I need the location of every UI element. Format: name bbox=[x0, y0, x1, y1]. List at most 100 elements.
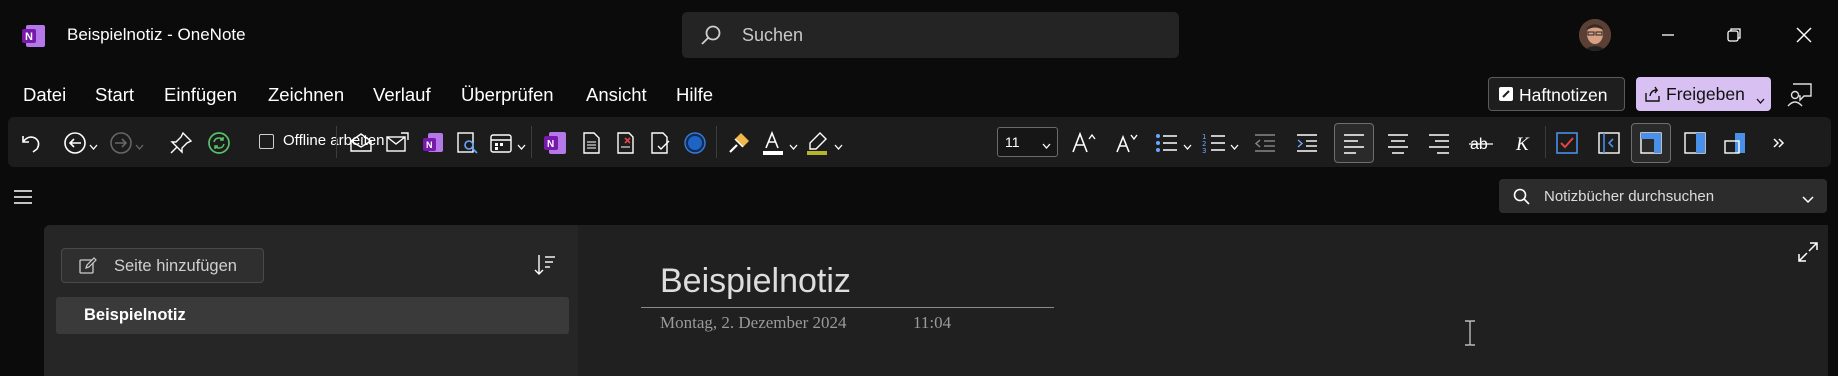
menu-zeichnen[interactable]: Zeichnen bbox=[268, 84, 344, 106]
add-page-button[interactable]: Seite hinzufügen bbox=[61, 248, 264, 283]
divider bbox=[531, 126, 532, 158]
meeting-details-icon[interactable] bbox=[488, 130, 514, 156]
avatar[interactable] bbox=[1579, 19, 1611, 51]
page-view-button[interactable] bbox=[1631, 123, 1671, 163]
share-icon bbox=[1644, 85, 1662, 108]
comments-button[interactable] bbox=[1786, 80, 1814, 108]
offline-checkbox[interactable] bbox=[259, 134, 274, 149]
chevron-down-icon bbox=[1756, 91, 1765, 109]
format-painter-icon[interactable] bbox=[726, 130, 752, 156]
note-time: 11:04 bbox=[913, 313, 952, 332]
email-page-icon[interactable] bbox=[348, 130, 374, 156]
align-left-button[interactable] bbox=[1334, 123, 1374, 163]
undo-icon[interactable] bbox=[18, 130, 44, 156]
divider bbox=[716, 126, 717, 158]
bullets-icon[interactable] bbox=[1153, 130, 1179, 156]
svg-text:K: K bbox=[1515, 134, 1530, 155]
sync-icon[interactable] bbox=[206, 130, 232, 156]
chevron-down-icon[interactable] bbox=[135, 137, 144, 155]
align-center-icon[interactable] bbox=[1385, 130, 1411, 156]
divider bbox=[1545, 126, 1546, 158]
restore-button[interactable] bbox=[1719, 20, 1749, 50]
menu-datei[interactable]: Datei bbox=[23, 84, 66, 106]
onenote-logo-icon: N bbox=[22, 24, 46, 48]
send-icon[interactable] bbox=[384, 130, 410, 156]
grow-font-icon[interactable] bbox=[1071, 130, 1097, 156]
record-icon[interactable] bbox=[682, 130, 708, 156]
page-view-icon bbox=[1638, 130, 1664, 161]
back-icon[interactable] bbox=[62, 130, 88, 156]
chevron-down-icon[interactable] bbox=[89, 137, 98, 155]
divider bbox=[336, 126, 337, 158]
title-bar: N Beispielnotiz - OneNote Suchen bbox=[0, 0, 1838, 70]
svg-text:N: N bbox=[547, 139, 554, 150]
sticky-note-icon bbox=[1498, 86, 1514, 107]
shrink-font-icon[interactable] bbox=[1113, 130, 1139, 156]
window-title: Beispielnotiz - OneNote bbox=[67, 25, 246, 44]
chevron-down-icon[interactable] bbox=[789, 137, 798, 155]
menu-verlauf[interactable]: Verlauf bbox=[373, 84, 431, 106]
minimize-button[interactable] bbox=[1653, 20, 1683, 50]
find-tags-icon[interactable] bbox=[454, 130, 480, 156]
italic-icon[interactable]: K bbox=[1508, 130, 1534, 156]
split-view-icon[interactable] bbox=[1682, 130, 1708, 156]
share-label: Freigeben bbox=[1666, 84, 1745, 104]
hamburger-menu-icon[interactable] bbox=[12, 188, 34, 206]
sticky-notes-button[interactable]: Haftnotizen bbox=[1488, 77, 1625, 111]
highlight-icon[interactable] bbox=[804, 130, 830, 156]
svg-text:N: N bbox=[25, 31, 33, 43]
sort-icon[interactable] bbox=[533, 253, 557, 277]
search-placeholder: Suchen bbox=[742, 25, 804, 45]
search-icon bbox=[1513, 188, 1530, 210]
more-icon[interactable] bbox=[1766, 130, 1792, 156]
chevron-down-icon[interactable] bbox=[834, 137, 843, 155]
search-box[interactable]: Suchen bbox=[682, 12, 1179, 58]
svg-text:3: 3 bbox=[1202, 147, 1206, 155]
navigation-icon[interactable] bbox=[1596, 130, 1622, 156]
note-date: Montag, 2. Dezember 2024 bbox=[660, 313, 847, 332]
dictate-icon[interactable] bbox=[647, 130, 673, 156]
menu-start[interactable]: Start bbox=[95, 84, 134, 106]
menu-ansicht[interactable]: Ansicht bbox=[586, 84, 647, 106]
forward-icon[interactable] bbox=[108, 130, 134, 156]
search-icon bbox=[700, 24, 722, 51]
text-cursor-icon bbox=[1463, 320, 1477, 346]
share-button[interactable]: Freigeben bbox=[1636, 77, 1771, 111]
page-list-item[interactable]: Beispielnotiz bbox=[56, 297, 569, 334]
numbering-icon[interactable]: 123 bbox=[1201, 130, 1227, 156]
menu-einfuegen[interactable]: Einfügen bbox=[164, 84, 237, 106]
add-page-label: Seite hinzufügen bbox=[114, 257, 237, 275]
immersive-reader-icon[interactable] bbox=[612, 130, 638, 156]
align-left-icon bbox=[1341, 130, 1367, 161]
pin-icon[interactable] bbox=[168, 130, 194, 156]
ribbon-toolbar: Offline arbeiten N N 11 1 2 3 ab K bbox=[8, 117, 1831, 167]
expand-icon[interactable] bbox=[1796, 240, 1820, 264]
font-color-icon[interactable] bbox=[760, 130, 786, 156]
chevron-down-icon[interactable] bbox=[517, 137, 526, 155]
chevron-down-icon[interactable] bbox=[1230, 137, 1239, 155]
title-underline bbox=[641, 307, 1054, 308]
align-right-icon[interactable] bbox=[1426, 130, 1452, 156]
menu-ueberpruefen[interactable]: Überprüfen bbox=[461, 84, 554, 106]
sticky-notes-label: Haftnotizen bbox=[1519, 85, 1608, 105]
font-size-select[interactable]: 11 bbox=[997, 127, 1058, 157]
chevron-down-icon[interactable] bbox=[1183, 137, 1192, 155]
chevron-down-icon[interactable] bbox=[1802, 191, 1814, 209]
indent-icon[interactable] bbox=[1294, 130, 1320, 156]
close-button[interactable] bbox=[1789, 20, 1819, 50]
chevron-down-icon bbox=[1042, 136, 1051, 154]
page-item-title: Beispielnotiz bbox=[84, 306, 186, 324]
notebook-search[interactable]: Notizbücher durchsuchen bbox=[1499, 179, 1827, 213]
menu-hilfe[interactable]: Hilfe bbox=[676, 84, 713, 106]
onenote-icon[interactable]: N bbox=[542, 130, 568, 156]
outdent-icon[interactable] bbox=[1252, 130, 1278, 156]
todo-tag-icon[interactable] bbox=[1554, 130, 1580, 156]
full-view-icon[interactable] bbox=[1722, 130, 1748, 156]
svg-text:N: N bbox=[426, 140, 433, 150]
edit-icon bbox=[79, 257, 97, 280]
send-to-onenote-icon[interactable]: N bbox=[420, 130, 446, 156]
note-title[interactable]: Beispielnotiz bbox=[660, 262, 851, 301]
strikethrough-icon[interactable]: ab bbox=[1468, 130, 1494, 156]
page-icon[interactable] bbox=[578, 130, 604, 156]
font-size-value: 11 bbox=[1005, 134, 1020, 150]
